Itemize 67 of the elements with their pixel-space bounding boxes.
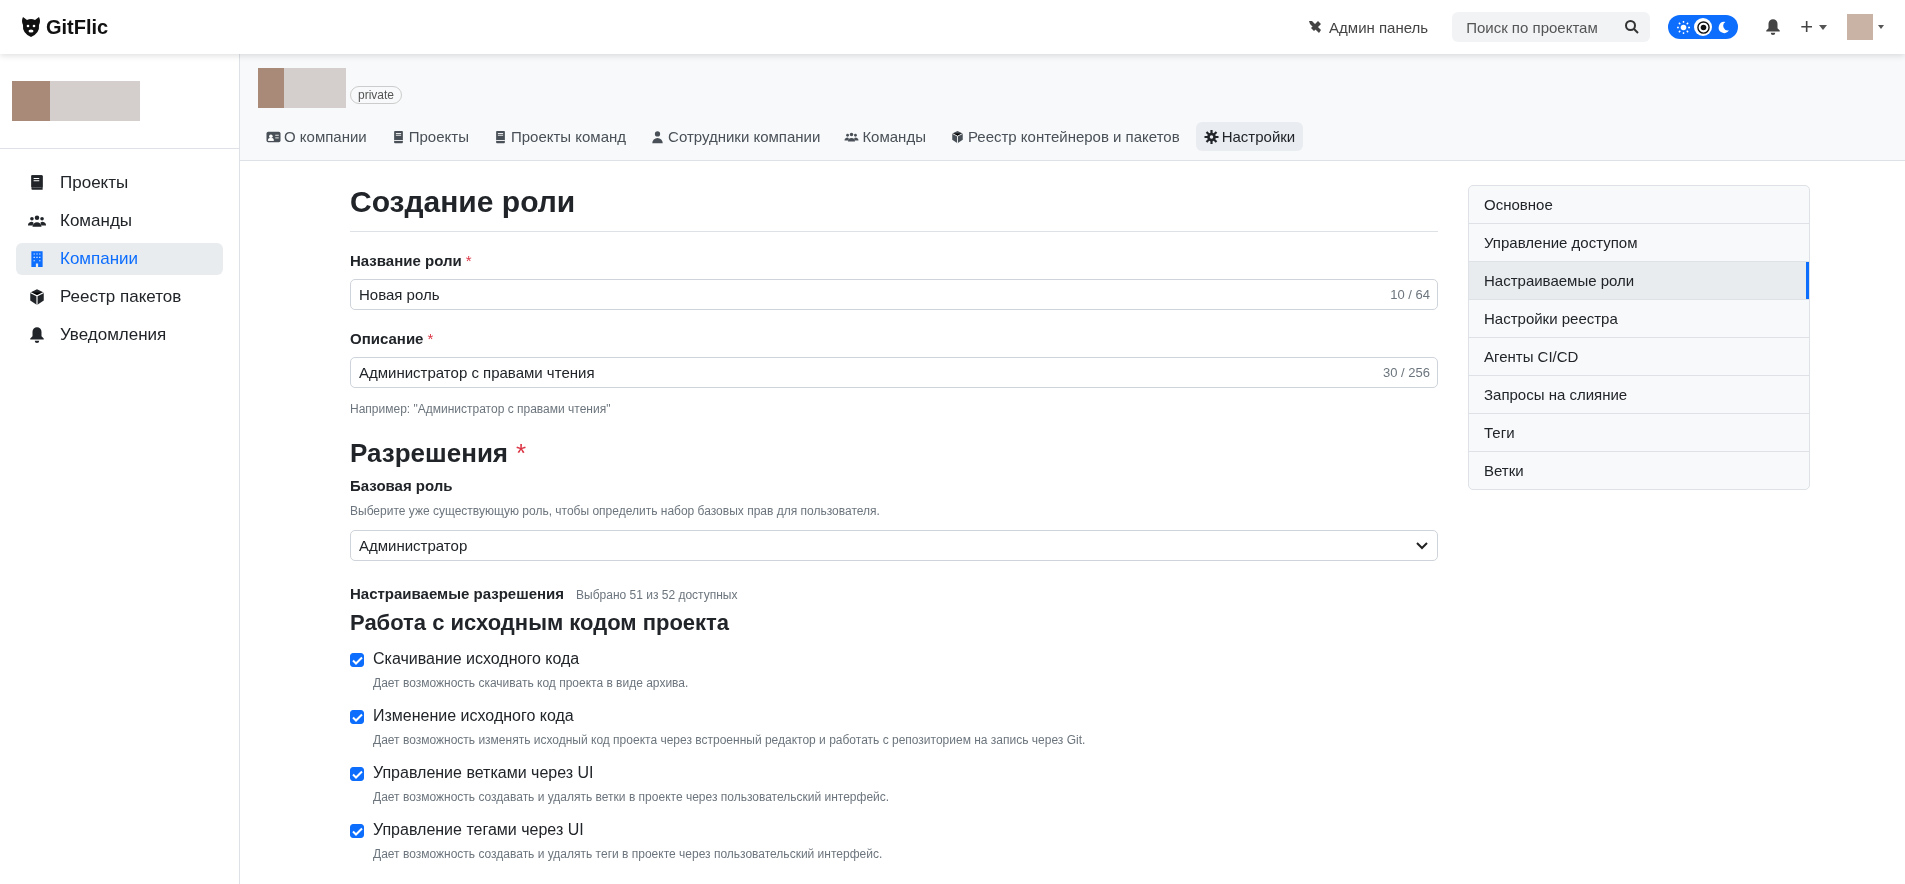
tab[interactable]: Команды [836, 122, 934, 151]
box-icon [949, 129, 965, 144]
selection-summary: Выбрано 51 из 52 доступных [576, 588, 738, 602]
tab[interactable]: Реестр контейнеров и пакетов [941, 122, 1188, 151]
settings-menu-item[interactable]: Ветки [1469, 451, 1809, 489]
settings-menu-item[interactable]: Настройки реестра [1469, 299, 1809, 337]
permission-label: Управление тегами через UI [373, 821, 585, 839]
character-counter: 30 / 256 [1383, 365, 1430, 380]
search-icon [1624, 19, 1641, 35]
field-hint: Например: "Администратор с правами чтения" [350, 402, 612, 416]
theme-toggle[interactable] [1668, 15, 1739, 39]
tab[interactable]: Проекты команд [484, 122, 635, 151]
checkbox[interactable] [350, 710, 364, 724]
checkbox[interactable] [350, 824, 364, 838]
settings-menu-item[interactable]: Теги [1469, 413, 1809, 451]
sidebar-item[interactable]: Команды [16, 205, 223, 237]
field-hint: Выберите уже существующую роль, чтобы определить набор базовых прав для пользователя. [350, 504, 881, 518]
book-icon [28, 174, 46, 192]
avatar-placeholder [1847, 14, 1873, 40]
tab[interactable]: Сотрудники компании [642, 122, 829, 151]
tab[interactable]: Настройки [1195, 122, 1304, 151]
field-label: Описание [350, 330, 424, 347]
permission-description: Дает возможность изменять исходный код проекта через встроенный редактор и работать с репозиторием на запись через Git. [373, 733, 1086, 747]
permission-label: Изменение исходного кода [373, 707, 575, 725]
checkbox[interactable] [350, 653, 364, 667]
required-mark: * [516, 438, 527, 469]
notification-bell-icon[interactable] [1764, 18, 1783, 36]
field-label: Название роли [350, 252, 462, 269]
create-button[interactable]: + [1796, 14, 1831, 40]
person-icon [650, 129, 666, 144]
settings-menu-item[interactable]: Агенты CI/CD [1469, 337, 1809, 375]
chevron-down-icon [1415, 540, 1429, 551]
character-counter: 10 / 64 [1390, 287, 1430, 302]
field-label: Настраиваемые разрешения [350, 585, 565, 602]
settings-menu-item[interactable]: Настраиваемые роли [1469, 261, 1809, 299]
sidebar-item[interactable]: Реестр пакетов [16, 281, 223, 313]
logo-text[interactable]: GitFlic [46, 15, 109, 39]
settings-menu-item[interactable]: Запросы на слияние [1469, 375, 1809, 413]
permission-description: Дает возможность скачивать код проекта в виде архива. [373, 676, 689, 690]
checkbox[interactable] [350, 767, 364, 781]
settings-menu-item[interactable]: Основное [1469, 186, 1809, 223]
permission-description: Дает возможность создавать и удалять теги в проекте через пользовательский интерфейс. [373, 847, 883, 861]
tab[interactable]: Проекты [382, 122, 477, 151]
page-title: Создание роли [350, 185, 1438, 232]
required-mark: * [465, 252, 472, 269]
field-label: Базовая роль [350, 477, 454, 494]
sun-icon[interactable] [1674, 18, 1693, 36]
auto-theme-icon[interactable] [1694, 18, 1713, 36]
base-role-dropdown[interactable]: Администратор [350, 530, 1438, 561]
permission-description: Дает возможность создавать и удалять ветки в проекте через пользовательский интерфейс. [373, 790, 890, 804]
admin-panel-link[interactable]: Админ панель [1307, 18, 1429, 36]
section-heading: Разрешения [350, 438, 509, 469]
sidebar-item[interactable]: Компании [16, 243, 223, 275]
sidebar-item[interactable]: Уведомления [16, 319, 223, 351]
group-heading: Работа с исходным кодом проекта [350, 610, 731, 636]
caret-icon [1877, 24, 1885, 30]
gear-icon [1203, 129, 1219, 144]
permission-label: Скачивание исходного кода [373, 650, 581, 668]
building-icon [28, 250, 46, 268]
tab[interactable]: О компании [258, 122, 375, 151]
required-mark: * [427, 330, 434, 347]
id-card-icon [266, 129, 281, 144]
sidebar-item[interactable]: Проекты [16, 167, 223, 199]
search-field[interactable]: Поиск по проектам [1452, 12, 1651, 42]
bell-icon [28, 326, 46, 344]
box-icon [28, 288, 46, 306]
permission-label: Управление ветками через UI [373, 764, 595, 782]
